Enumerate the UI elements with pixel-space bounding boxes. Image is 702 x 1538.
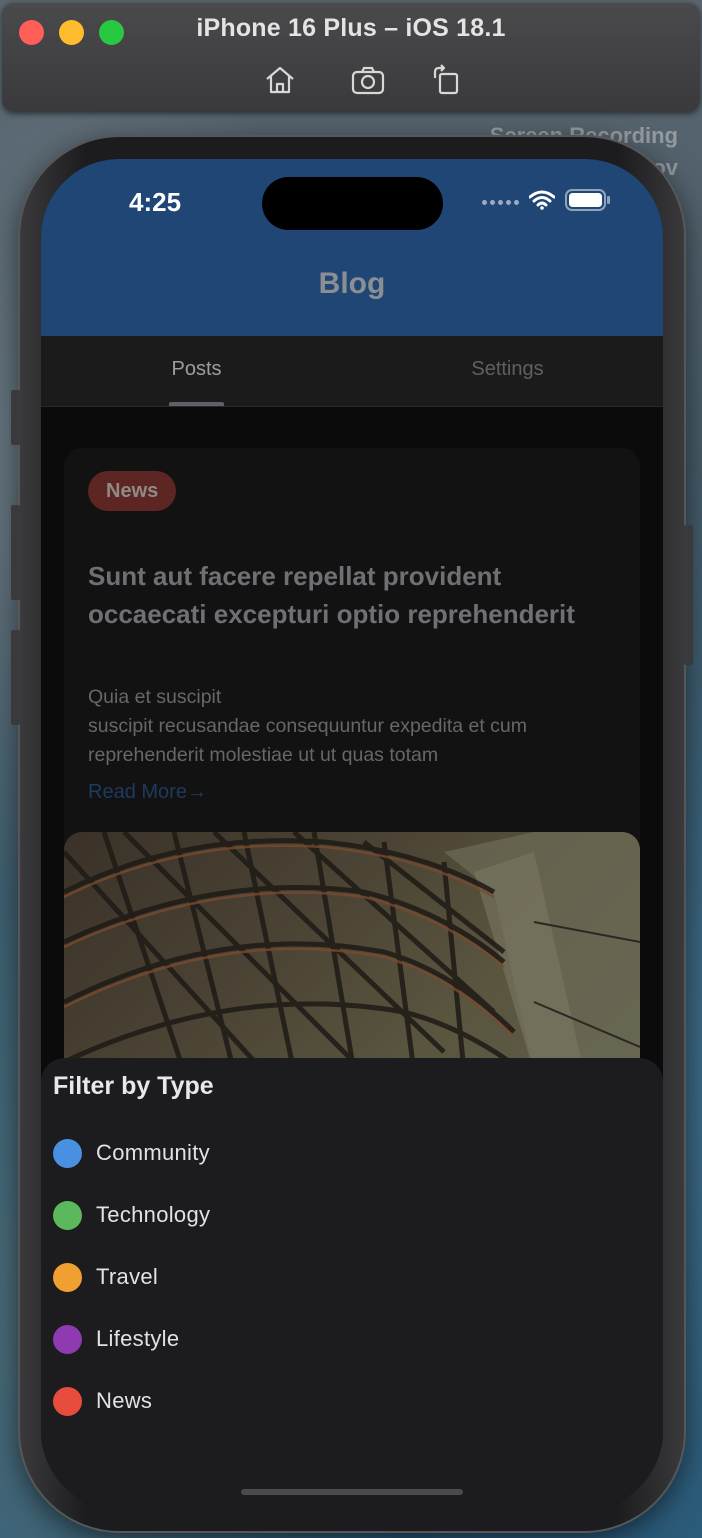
rotate-icon[interactable] xyxy=(429,64,465,96)
read-more-link[interactable]: Read More→ xyxy=(88,781,207,804)
post-image xyxy=(64,832,640,1072)
volume-down-button xyxy=(11,630,20,725)
volume-up-button xyxy=(11,505,20,600)
tab-posts[interactable]: Posts xyxy=(41,336,352,406)
action-button xyxy=(11,390,20,445)
read-more-label: Read More xyxy=(88,781,187,803)
tab-selected-indicator xyxy=(169,402,224,406)
filter-label-lifestyle: Lifestyle xyxy=(96,1326,180,1351)
dynamic-island xyxy=(262,177,443,230)
post-card[interactable] xyxy=(64,448,640,898)
filter-label-news: News xyxy=(96,1388,153,1413)
filter-option-travel[interactable]: Travel xyxy=(53,1257,158,1297)
cellular-signal-icon xyxy=(482,199,519,205)
filter-label-community: Community xyxy=(96,1140,210,1165)
filter-sheet-title: Filter by Type xyxy=(53,1072,214,1100)
news-color-dot xyxy=(53,1386,82,1416)
tab-bar: Posts Settings xyxy=(41,336,663,407)
filter-option-lifestyle[interactable]: Lifestyle xyxy=(53,1319,179,1359)
simulator-title: iPhone 16 Plus – iOS 18.1 xyxy=(196,14,506,42)
technology-color-dot xyxy=(53,1200,82,1230)
home-indicator[interactable] xyxy=(241,1489,463,1495)
page-title: Blog xyxy=(318,267,386,300)
filter-option-community[interactable]: Community xyxy=(53,1133,210,1173)
filter-option-technology[interactable]: Technology xyxy=(53,1195,210,1235)
simulator-titlebar: iPhone 16 Plus – iOS 18.1 xyxy=(2,2,700,112)
home-icon[interactable] xyxy=(262,64,298,96)
filter-option-news[interactable]: News xyxy=(53,1381,152,1421)
filter-bottom-sheet: Filter by Type Community Technology Trav… xyxy=(41,1058,663,1509)
category-badge: News xyxy=(88,471,177,511)
post-title: Sunt aut facere repellat provident occae… xyxy=(88,561,575,629)
status-time: 4:25 xyxy=(129,187,182,217)
filter-label-travel: Travel xyxy=(96,1264,159,1289)
wifi-icon xyxy=(528,190,556,215)
app-header: 4:25 Blog xyxy=(41,159,663,336)
power-button xyxy=(684,525,693,665)
arrow-right-icon: → xyxy=(186,781,207,803)
post-excerpt: Quia et suscipit suscipit recusandae con… xyxy=(88,686,528,766)
bridge-photo xyxy=(64,832,640,1072)
filter-label-technology: Technology xyxy=(96,1202,211,1227)
tab-settings[interactable]: Settings xyxy=(352,336,663,406)
status-icons xyxy=(482,188,611,216)
screenshot-icon[interactable] xyxy=(350,64,386,96)
phone-screen: 4:25 Blog Posts Settings News Sunt aut f… xyxy=(41,159,663,1509)
community-color-dot xyxy=(53,1138,82,1168)
battery-icon xyxy=(565,188,611,216)
travel-color-dot xyxy=(53,1262,82,1292)
lifestyle-color-dot xyxy=(53,1324,82,1354)
